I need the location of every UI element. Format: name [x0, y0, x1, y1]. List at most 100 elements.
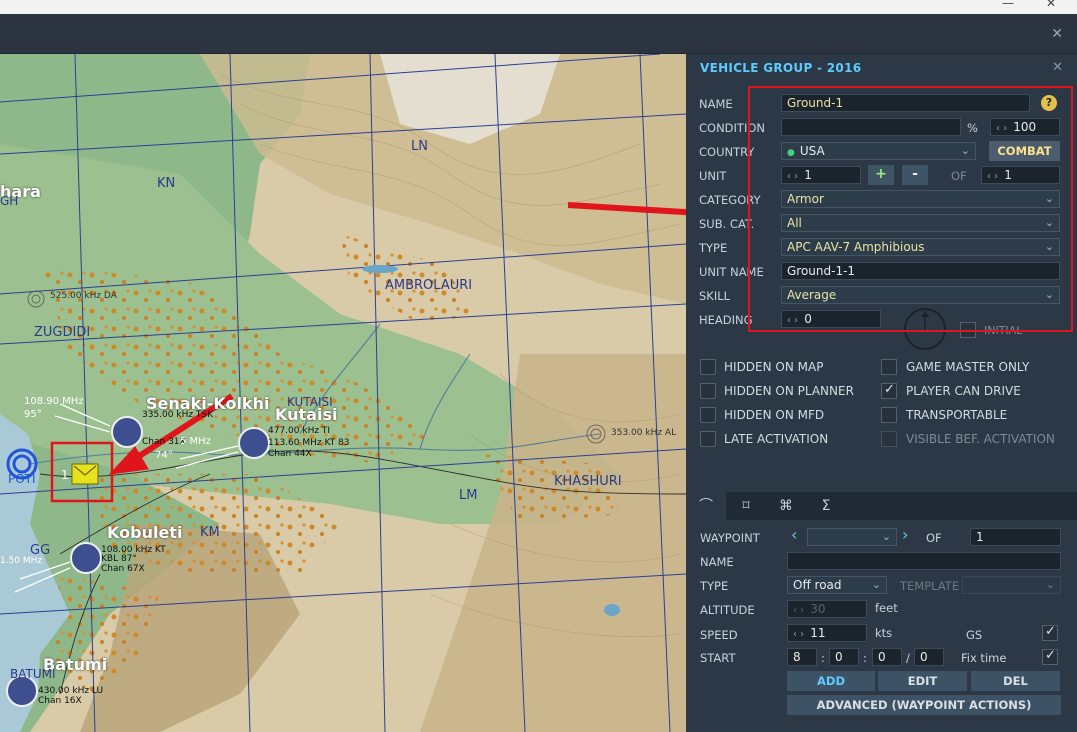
player-can-drive-label: PLAYER CAN DRIVE [906, 384, 1021, 398]
close-subwindow-button[interactable]: ✕ [1051, 26, 1063, 42]
route-icon: ⌒ [699, 498, 713, 514]
minimize-button[interactable]: — [1002, 0, 1014, 10]
fix-time-checkbox[interactable] [1042, 648, 1058, 665]
speed-stepper[interactable]: ‹ › 11 [787, 624, 867, 642]
kutaisi-ils: 113.60 MHz KT 83 [268, 438, 350, 448]
tab-route[interactable]: ⌒ [686, 492, 726, 520]
edit-waypoint-button[interactable]: EDIT [878, 671, 967, 691]
template-label: TEMPLATE [900, 579, 960, 593]
transportable-label: TRANSPORTABLE [906, 408, 1008, 422]
chevron-down-icon: ⌄ [1045, 578, 1055, 591]
hidden-on-planner-checkbox[interactable] [700, 383, 716, 399]
fix-time-label: Fix time [961, 651, 1007, 665]
player-can-drive-checkbox[interactable] [881, 382, 897, 399]
target-icon: ⌑ [742, 498, 750, 514]
map-label-ambrolauri: AMBROLAURI [385, 278, 473, 293]
os-titlebar: — ✕ [0, 0, 1077, 14]
start-colon-2: : [863, 651, 867, 665]
waypoint-name-label: NAME [700, 555, 734, 569]
hidden-on-mfd-label: HIDDEN ON MFD [724, 408, 825, 422]
map-label-kutaisi-small: KUTAISI [287, 395, 333, 409]
gs-label: GS [966, 628, 983, 642]
start-slash: / [906, 651, 910, 665]
ils-freq-108: 108.90 MHz [24, 396, 84, 407]
chevron-down-icon: ⌄ [881, 530, 891, 543]
close-window-button[interactable]: ✕ [1046, 0, 1056, 10]
mission-editor: — ✕ ✕ hara GH KN LN AMBROLAURI ZUGDIDI 5… [0, 0, 1077, 732]
editor-toolbar: ✕ [0, 14, 1077, 54]
late-activation-label: LATE ACTIVATION [724, 432, 829, 446]
altitude-unit: feet [875, 601, 898, 615]
tab-target[interactable]: ⌑ [726, 492, 766, 520]
map-label-km: KM [200, 525, 220, 540]
next-waypoint-icon[interactable]: › [902, 525, 908, 544]
late-activation-checkbox[interactable] [700, 431, 716, 447]
altitude-stepper[interactable]: ‹ › 30 [787, 600, 867, 618]
start-minute-field[interactable]: 0 [872, 648, 902, 666]
start-hour-field[interactable]: 0 [829, 648, 859, 666]
kobuleti-kbl: KBL 87° [101, 554, 137, 564]
type-label: TYPE [699, 241, 728, 255]
subcat-label: SUB. CAT. [699, 217, 755, 231]
unit-marker-number[interactable]: 1 [61, 468, 69, 482]
game-master-only-checkbox[interactable] [881, 359, 897, 375]
country-label: COUNTRY [699, 145, 755, 159]
delete-waypoint-button[interactable]: DEL [971, 671, 1060, 691]
waypoint-type-select[interactable]: Off road ⌄ [787, 576, 887, 594]
visible-before-activation-label: VISIBLE BEF. ACTIVATION [906, 432, 1055, 446]
heading-74: 74° [155, 450, 173, 461]
tab-command[interactable]: ⌘ [766, 492, 806, 520]
waypoint-type-value: Off road [793, 578, 842, 592]
close-icon[interactable]: ✕ [1052, 60, 1063, 75]
template-select[interactable]: ⌄ [962, 576, 1061, 594]
gs-checkbox[interactable] [1042, 624, 1058, 641]
add-waypoint-button[interactable]: ADD [787, 671, 875, 691]
kutaisi-freq: 477.00 kHz TI [268, 426, 331, 436]
map-label-kn: KN [157, 176, 176, 191]
name-label: NAME [699, 97, 733, 111]
tab-summary[interactable]: Σ [806, 492, 846, 520]
speed-value: 11 [810, 626, 826, 640]
altitude-label: ALTITUDE [700, 603, 755, 617]
map-label-gh: GH [0, 194, 19, 208]
start-colon-1: : [821, 651, 825, 665]
ils-heading-95: 95° [24, 409, 42, 420]
sigma-icon: Σ [821, 498, 831, 514]
skill-label: SKILL [699, 289, 731, 303]
map-label-poti: POTI [8, 472, 36, 486]
hidden-on-planner-label: HIDDEN ON PLANNER [724, 384, 854, 398]
map-label-ln: LN [411, 139, 428, 154]
hidden-on-map-checkbox[interactable] [700, 359, 716, 375]
map-label-batumi-small: BATUMI [10, 667, 56, 681]
map-label-kobuleti: Kobuleti [107, 523, 183, 542]
map-label-khashuri: KHASHURI [554, 474, 622, 489]
start-day-field[interactable]: 8 [787, 648, 817, 666]
chevron-down-icon: ⌄ [871, 578, 881, 591]
map-view[interactable]: hara GH KN LN AMBROLAURI ZUGDIDI 525.00 … [0, 54, 686, 732]
senaki-freq: 335.00 kHz TSK [142, 410, 214, 420]
map-label-lm: LM [459, 488, 478, 503]
waypoint-type-label: TYPE [700, 579, 729, 593]
unit-label: UNIT [699, 169, 727, 183]
altitude-value: 30 [810, 602, 826, 616]
waypoint-total-field[interactable]: 1 [970, 528, 1061, 546]
waypoint-select[interactable]: ⌄ [807, 528, 897, 546]
hidden-on-map-label: HIDDEN ON MAP [724, 360, 824, 374]
beacon-al: 353.00 kHz AL [611, 428, 677, 438]
hidden-on-mfd-checkbox[interactable] [700, 407, 716, 423]
beacon-da: 525.00 kHz DA [50, 291, 117, 301]
start-second-field[interactable]: 0 [914, 648, 944, 666]
start-label: START [700, 651, 736, 665]
waypoint-name-field[interactable] [787, 552, 1061, 570]
visible-before-activation-checkbox[interactable] [881, 431, 897, 447]
advanced-waypoint-actions-button[interactable]: ADVANCED (WAYPOINT ACTIONS) [787, 695, 1061, 715]
command-icon: ⌘ [779, 498, 793, 514]
speed-label: SPEED [700, 628, 738, 642]
waypoint-of-label: OF [926, 531, 942, 545]
transportable-checkbox[interactable] [881, 407, 897, 423]
map-terrain [0, 54, 686, 732]
batumi-freq: 430.00 kHz LU [38, 686, 104, 696]
heading-label: HEADING [699, 313, 753, 327]
prev-waypoint-icon[interactable]: ‹ [791, 525, 797, 544]
speed-unit: kts [875, 626, 893, 640]
